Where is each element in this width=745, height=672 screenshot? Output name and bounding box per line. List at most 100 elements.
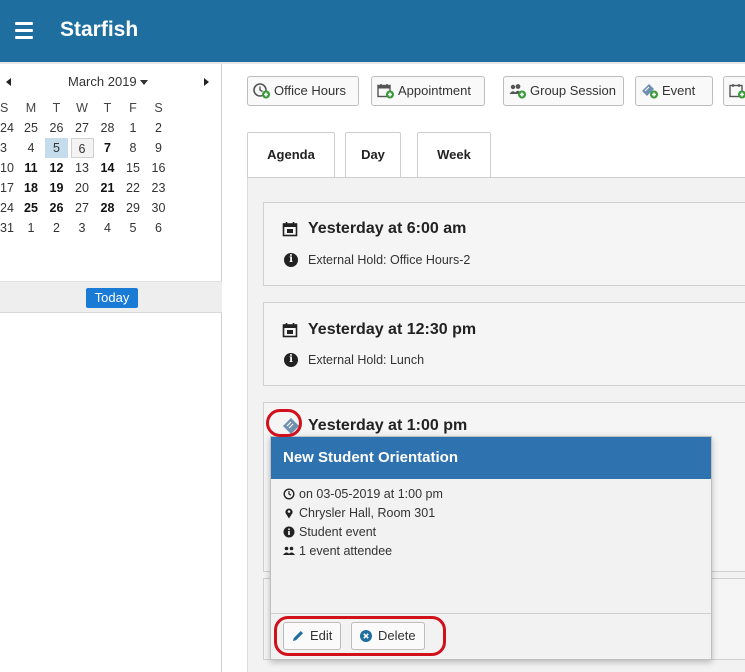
calendar-day[interactable]: 1	[20, 218, 43, 238]
event-attendees-text: 1 event attendee	[299, 544, 393, 558]
calendar-day[interactable]: 9	[147, 138, 170, 158]
calendar-day[interactable]: 2	[45, 218, 68, 238]
calendar-day[interactable]: 4	[96, 218, 119, 238]
weekday-label: M	[25, 101, 37, 115]
calendar-day[interactable]: 29	[122, 198, 145, 218]
calendar-plus-icon	[377, 84, 394, 99]
item-detail: External Hold: Lunch	[308, 353, 425, 367]
calendar-sidebar: March 2019 S M T W T F S 24 25 26 27 28 1 2 3 4 5 6 7 8 9 10 1…	[0, 64, 222, 672]
menu-icon[interactable]	[15, 22, 33, 39]
calendar-day[interactable]: 23	[147, 178, 170, 198]
calendar-day[interactable]: 18	[20, 178, 43, 198]
calendar-day[interactable]: 20	[71, 178, 94, 198]
more-button[interactable]	[723, 76, 745, 106]
delete-button[interactable]: Delete	[351, 622, 425, 650]
agenda-divider	[247, 177, 745, 178]
calendar-week: 31 1 2 3 4 5 6	[0, 218, 222, 238]
calendar-day[interactable]: 19	[45, 178, 68, 198]
info-icon	[283, 526, 295, 538]
calendar-day[interactable]: 5	[45, 138, 68, 158]
appointment-label: Appointment	[398, 83, 471, 98]
weekday-label: T	[103, 101, 112, 115]
calendar-day[interactable]: 17	[0, 178, 17, 198]
calendar-week: 24 25 26 27 28 1 2	[0, 118, 222, 138]
agenda-item[interactable]: Yesterday at 12:30 pm i External Hold: L…	[263, 302, 745, 386]
event-popover: New Student Orientation on 03-05-2019 at…	[270, 436, 712, 660]
tab-day[interactable]: Day	[345, 132, 401, 178]
calendar-day[interactable]: 28	[96, 118, 119, 138]
calendar-day[interactable]: 10	[0, 158, 17, 178]
calendar-icon	[282, 323, 298, 338]
event-attendees: 1 event attendee	[283, 544, 392, 558]
calendar-day[interactable]: 6	[70, 138, 94, 158]
tab-agenda[interactable]: Agenda	[247, 132, 335, 178]
group-session-button[interactable]: Group Session	[503, 76, 624, 106]
calendar-day[interactable]: 8	[122, 138, 145, 158]
calendar-day[interactable]: 27	[71, 118, 94, 138]
calendar-day[interactable]: 6	[147, 218, 170, 238]
calendar-day[interactable]: 2	[147, 118, 170, 138]
calendar-day[interactable]: 26	[45, 198, 68, 218]
calendar-icon	[282, 222, 298, 237]
calendar-day[interactable]: 28	[96, 198, 119, 218]
app-title: Starfish	[60, 18, 139, 41]
next-month-icon[interactable]	[204, 78, 209, 86]
calendar-grid: S M T W T F S 24 25 26 27 28 1 2 3 4 5 6 7 8 9 10 11 12 13 14 15 16…	[0, 98, 222, 238]
calendar-day[interactable]: 3	[0, 138, 17, 158]
calendar-day[interactable]: 13	[71, 158, 94, 178]
calendar-day[interactable]: 21	[96, 178, 119, 198]
create-toolbar: Office Hours Appointment Group Session E…	[223, 64, 745, 120]
event-when-text: on 03-05-2019 at 1:00 pm	[299, 487, 443, 501]
calendar-week: 3456789	[0, 138, 222, 158]
calendar-day[interactable]: 24	[0, 198, 17, 218]
caret-down-icon	[139, 80, 148, 86]
item-time: Yesterday at 1:00 pm	[308, 417, 468, 434]
edit-button[interactable]: Edit	[283, 622, 342, 650]
today-button[interactable]: Today	[86, 288, 138, 308]
calendar-day[interactable]: 27	[71, 198, 94, 218]
calendar-day[interactable]: 25	[20, 118, 43, 138]
calendar-day[interactable]: 7	[96, 138, 119, 158]
calendar-day[interactable]: 30	[147, 198, 170, 218]
tab-week[interactable]: Week	[417, 132, 491, 178]
map-marker-icon	[285, 508, 293, 519]
previous-month-icon[interactable]	[6, 78, 11, 86]
calendar-day[interactable]: 14	[96, 158, 119, 178]
ticket-plus-icon	[642, 84, 658, 99]
calendar-day[interactable]: 16	[147, 158, 170, 178]
users-icon	[283, 546, 295, 555]
calendar-day[interactable]: 15	[122, 158, 145, 178]
popover-header: New Student Orientation	[271, 437, 711, 479]
event-label: Event	[662, 83, 696, 98]
calendar-week: 17 18 19 20 21 22 23	[0, 178, 222, 198]
event-button[interactable]: Event	[635, 76, 713, 106]
ticket-icon	[283, 418, 299, 434]
calendar-day[interactable]: 11	[20, 158, 43, 178]
clock-icon	[283, 488, 295, 500]
calendar-day[interactable]: 31	[0, 218, 17, 238]
calendar-footer: Today	[0, 281, 222, 313]
calendar-plus-icon	[729, 84, 745, 99]
calendar-day[interactable]: 5	[122, 218, 145, 238]
office-hours-button[interactable]: Office Hours	[247, 76, 359, 106]
month-label: March 2019	[68, 74, 137, 89]
calendar-day[interactable]: 24	[0, 118, 17, 138]
item-detail: External Hold: Office Hours-2	[308, 253, 471, 267]
calendar-day[interactable]: 4	[20, 138, 43, 158]
edit-label: Edit	[310, 628, 333, 643]
calendar-day[interactable]: 25	[20, 198, 43, 218]
calendar-day[interactable]: 12	[45, 158, 68, 178]
appointment-button[interactable]: Appointment	[371, 76, 485, 106]
clock-plus-icon	[253, 83, 270, 99]
calendar-day[interactable]: 22	[122, 178, 145, 198]
agenda-item[interactable]: Yesterday at 6:00 am i External Hold: Of…	[263, 202, 745, 286]
group-plus-icon	[509, 84, 526, 99]
calendar-day[interactable]: 26	[45, 118, 68, 138]
event-type-text: Student event	[299, 525, 377, 539]
weekday-label: S	[154, 101, 163, 115]
calendar-day[interactable]: 3	[71, 218, 94, 238]
month-dropdown[interactable]: March 2019	[68, 74, 148, 89]
calendar-day[interactable]: 1	[122, 118, 145, 138]
event-when: on 03-05-2019 at 1:00 pm	[283, 487, 443, 501]
info-icon: i	[284, 253, 298, 267]
